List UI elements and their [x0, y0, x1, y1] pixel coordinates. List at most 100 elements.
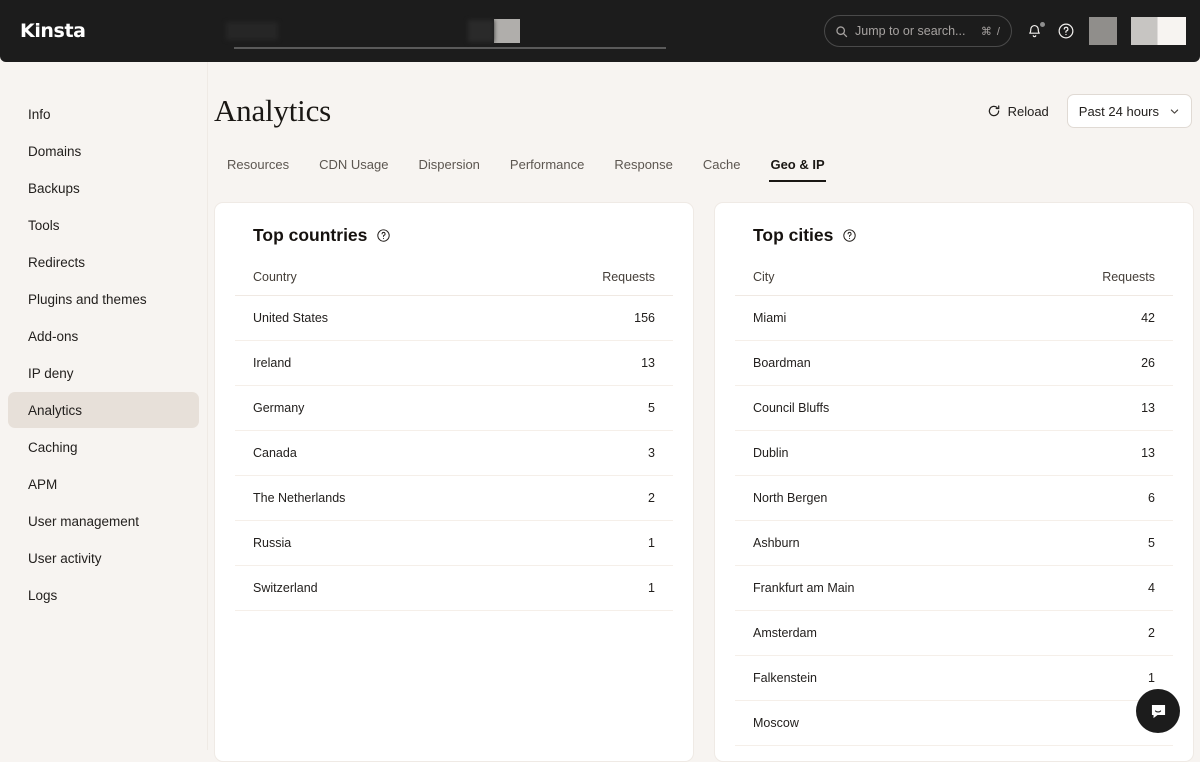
search-icon [835, 25, 848, 38]
topbar-actions: Jump to or search... ⌘ / [824, 15, 1186, 47]
sidebar-item-domains[interactable]: Domains [8, 133, 199, 169]
table-row: Dublin13 [735, 431, 1173, 476]
city-name: Ashburn [735, 521, 1001, 566]
country-requests: 1 [494, 521, 673, 566]
city-name: Moscow [735, 701, 1001, 746]
top-countries-card: Top countries Country Requests United St… [214, 202, 694, 762]
search-shortcut-hint: ⌘ / [981, 25, 1001, 38]
chat-bubble-icon [1148, 701, 1169, 722]
table-row: Boardman26 [735, 341, 1173, 386]
top-countries-body: United States156Ireland13Germany5Canada3… [235, 296, 673, 611]
city-name: Miami [735, 296, 1001, 341]
table-row: Amsterdam2 [735, 611, 1173, 656]
country-requests: 5 [494, 386, 673, 431]
search-input[interactable]: Jump to or search... ⌘ / [824, 15, 1012, 47]
country-name: United States [235, 296, 494, 341]
city-requests: 13 [1001, 386, 1173, 431]
country-name: Switzerland [235, 566, 494, 611]
table-row: Moscow1 [735, 701, 1173, 746]
date-range-label: Past 24 hours [1079, 104, 1159, 119]
sidebar-item-label: Tools [28, 218, 60, 233]
city-requests: 2 [1001, 611, 1173, 656]
notification-dot [1040, 22, 1045, 27]
sidebar-item-logs[interactable]: Logs [8, 577, 199, 613]
page-header-actions: Reload Past 24 hours [983, 94, 1192, 128]
city-requests: 4 [1001, 566, 1173, 611]
sidebar-item-add-ons[interactable]: Add-ons [8, 318, 199, 354]
sidebar-item-label: User activity [28, 551, 102, 566]
country-requests: 156 [494, 296, 673, 341]
sidebar-item-label: IP deny [28, 366, 74, 381]
top-cities-body: Miami 42 Boardman26Council Bluffs13Dublin1… [735, 296, 1173, 746]
sidebar-item-apm[interactable]: APM [8, 466, 199, 502]
sidebar-menu: Info Domains Backups Tools Redirects Plugins … [0, 96, 207, 613]
sidebar-item-analytics[interactable]: Analytics [8, 392, 199, 428]
sidebar-item-label: Domains [28, 144, 81, 159]
table-row: Russia1 [235, 521, 673, 566]
sidebar-item-plugins-and-themes[interactable]: Plugins and themes [8, 281, 199, 317]
sidebar-item-caching[interactable]: Caching [8, 429, 199, 465]
country-requests: 13 [494, 341, 673, 386]
chat-widget-button[interactable] [1136, 689, 1180, 733]
top-cities-card: Top cities City Requests Miami 42 Boardman… [714, 202, 1194, 762]
top-cities-title-row: Top cities [735, 225, 1173, 246]
column-header-city: City [735, 270, 1001, 296]
table-row: North Bergen6 [735, 476, 1173, 521]
sidebar-item-user-management[interactable]: User management [8, 503, 199, 539]
column-header-requests: Requests [1001, 270, 1173, 296]
tab-geo-ip[interactable]: Geo & IP [755, 157, 839, 182]
tab-cache[interactable]: Cache [688, 157, 756, 182]
tab-dispersion[interactable]: Dispersion [404, 157, 495, 182]
table-row: Germany5 [235, 386, 673, 431]
date-range-select[interactable]: Past 24 hours [1067, 94, 1192, 128]
reload-button[interactable]: Reload [983, 99, 1053, 124]
sidebar-item-backups[interactable]: Backups [8, 170, 199, 206]
city-name: Amsterdam [735, 611, 1001, 656]
table-row: Council Bluffs13 [735, 386, 1173, 431]
sidebar-item-label: Analytics [28, 403, 82, 418]
refresh-icon [987, 104, 1001, 118]
kinsta-logo[interactable]: Kinsta [20, 20, 86, 42]
sidebar-item-redirects[interactable]: Redirects [8, 244, 199, 280]
sidebar-item-label: Info [28, 107, 51, 122]
tab-response[interactable]: Response [599, 157, 688, 182]
table-row: Frankfurt am Main4 [735, 566, 1173, 611]
top-countries-table: Country Requests United States156Ireland… [235, 270, 673, 611]
sidebar: Info Domains Backups Tools Redirects Plugins … [0, 62, 208, 750]
search-placeholder: Jump to or search... [855, 24, 974, 38]
city-name: Dublin [735, 431, 1001, 476]
sidebar-item-label: Caching [28, 440, 78, 455]
sidebar-item-tools[interactable]: Tools [8, 207, 199, 243]
city-requests: 5 [1001, 521, 1173, 566]
analytics-tabs: ResourcesCDN UsageDispersionPerformanceR… [208, 140, 1200, 182]
card-title-text: Top cities [753, 225, 833, 246]
help-circle-icon[interactable] [842, 228, 857, 243]
sidebar-item-ip-deny[interactable]: IP deny [8, 355, 199, 391]
sidebar-item-user-activity[interactable]: User activity [8, 540, 199, 576]
page-title: Analytics [214, 93, 331, 129]
country-requests: 1 [494, 566, 673, 611]
city-name: Frankfurt am Main [735, 566, 1001, 611]
user-menu-redacted[interactable] [1131, 17, 1186, 45]
sidebar-item-label: Plugins and themes [28, 292, 147, 307]
tab-performance[interactable]: Performance [495, 157, 599, 182]
tab-resources[interactable]: Resources [212, 157, 304, 182]
table-row: United States156 [235, 296, 673, 341]
tab-cdn-usage[interactable]: CDN Usage [304, 157, 403, 182]
notifications-button[interactable] [1026, 23, 1043, 40]
column-header-requests: Requests [494, 270, 673, 296]
redacted-text-blur-secondary [468, 20, 494, 42]
country-name: Canada [235, 431, 494, 476]
help-button[interactable] [1057, 22, 1075, 40]
cards-container: Top countries Country Requests United St… [208, 182, 1200, 762]
redacted-box [494, 19, 520, 43]
country-name: The Netherlands [235, 476, 494, 521]
column-header-country: Country [235, 270, 494, 296]
sidebar-item-info[interactable]: Info [8, 96, 199, 132]
country-name: Ireland [235, 341, 494, 386]
help-circle-icon[interactable] [376, 228, 391, 243]
main-content: Analytics Reload Past 24 hours [208, 62, 1200, 750]
sidebar-item-label: Add-ons [28, 329, 78, 344]
city-name: Council Bluffs [735, 386, 1001, 431]
avatar[interactable] [1089, 17, 1117, 45]
